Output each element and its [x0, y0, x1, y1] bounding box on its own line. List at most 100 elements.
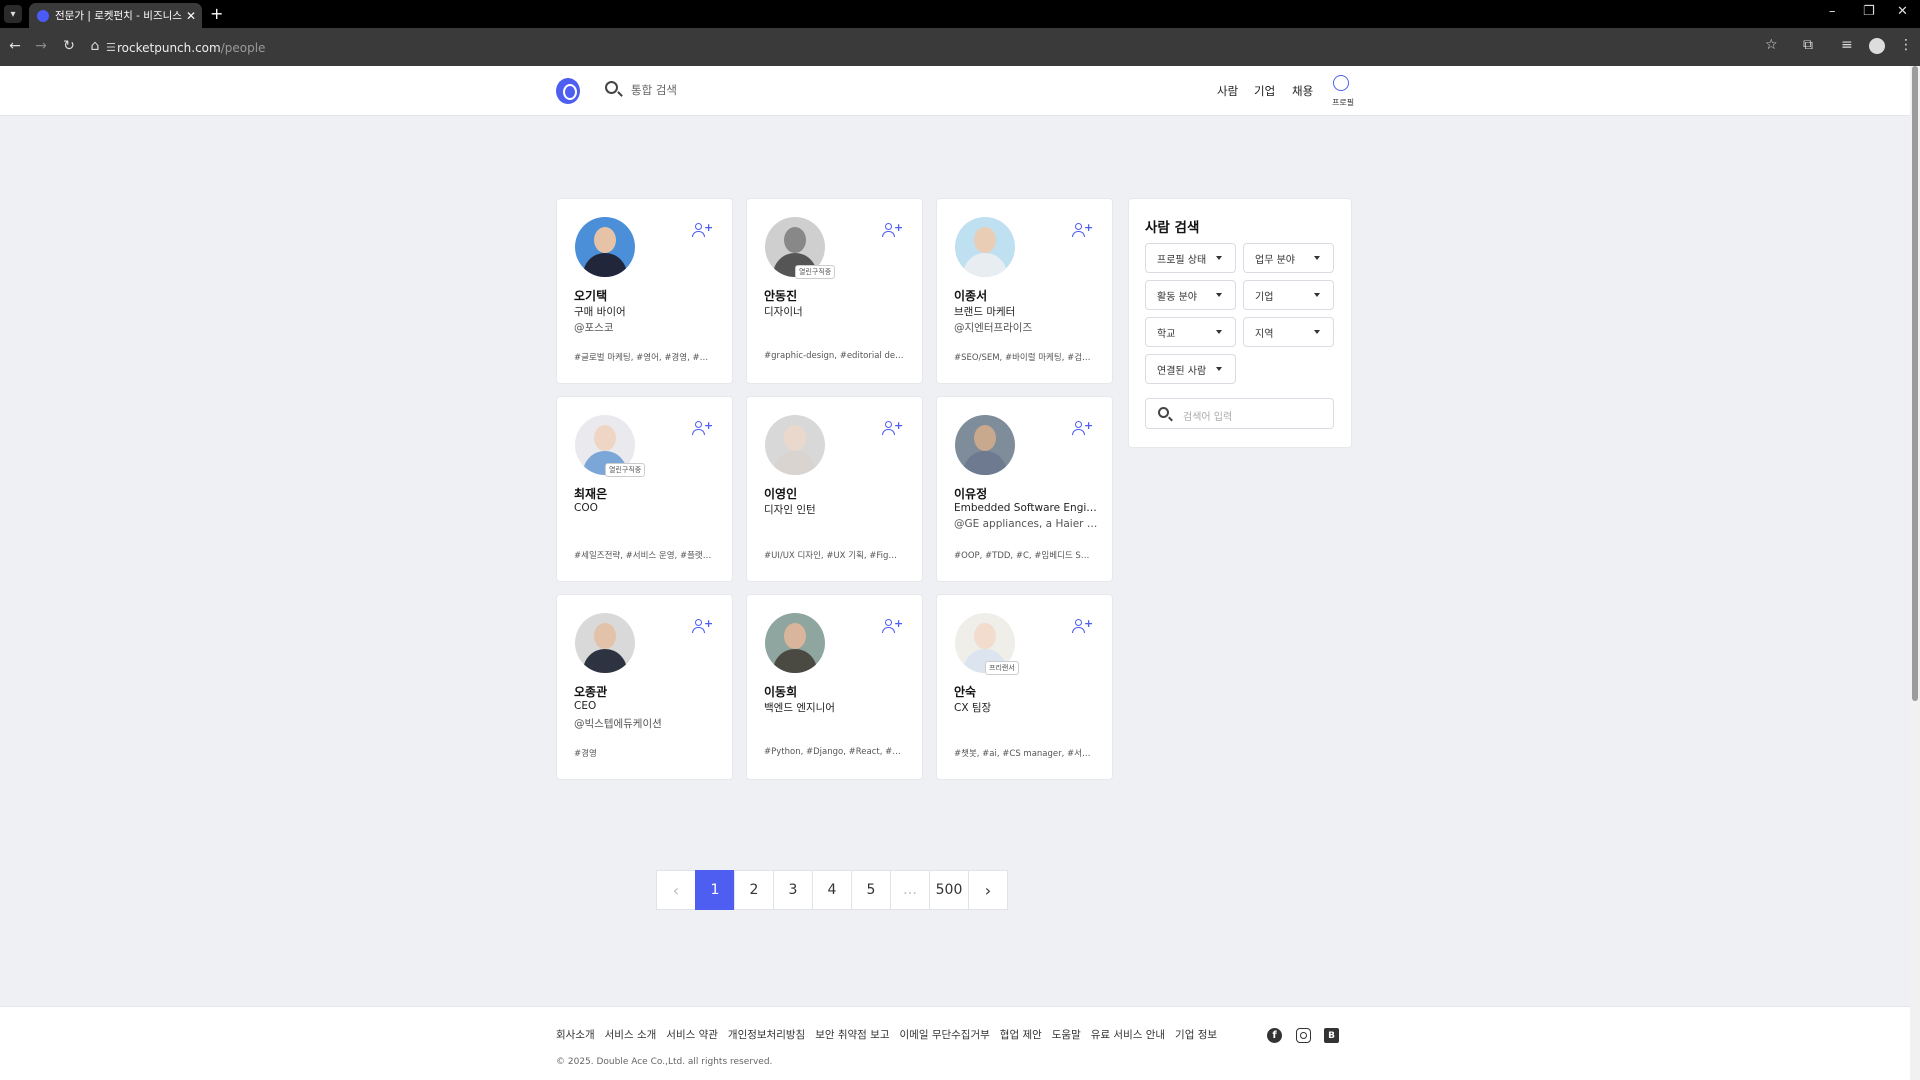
person-tags: #챗봇, #ai, #CS manager, #서비… [954, 749, 1094, 759]
follow-user-icon[interactable]: + [882, 420, 903, 435]
minimize-icon[interactable]: – [1829, 4, 1836, 19]
page-button[interactable]: 3 [773, 870, 813, 910]
url-field[interactable]: ☰ rocketpunch.com/people [106, 35, 1787, 60]
avatar-body [773, 451, 817, 475]
follow-user-icon[interactable]: + [1072, 222, 1093, 237]
filter-company[interactable]: 기업 [1243, 280, 1334, 310]
person-role: 브랜드 마케터 [954, 306, 1016, 318]
site-header: 통합 검색 사람 기업 채용 프로필 [0, 66, 1910, 116]
person-name[interactable]: 오기택 [574, 287, 607, 304]
person-card[interactable]: 열린구직중 + 최재은 COO #세일즈전략, #서비스 운영, #플랫… [556, 396, 733, 582]
filter-connected-people[interactable]: 연결된 사람 [1145, 354, 1236, 384]
profile-icon[interactable] [1333, 75, 1349, 91]
avatar-head [784, 227, 806, 253]
person-tags: #Python, #Django, #React, #Git… [764, 747, 904, 757]
follow-user-icon[interactable]: + [692, 420, 713, 435]
browser-menu-icon[interactable]: ⋮ [1899, 37, 1913, 53]
new-tab-icon[interactable]: + [210, 4, 223, 23]
filter-profile-status[interactable]: 프로필 상태 [1145, 243, 1236, 273]
footer-link[interactable]: 보안 취약점 보고 [815, 1027, 889, 1042]
footer-link[interactable]: 유료 서비스 안내 [1091, 1027, 1165, 1042]
nav-people[interactable]: 사람 [1217, 83, 1238, 99]
footer-link[interactable]: 도움말 [1052, 1027, 1081, 1042]
browser-tab[interactable]: 전문가 | 로켓펀치 - 비즈니스 네 ✕ [29, 3, 202, 28]
person-name[interactable]: 최재은 [574, 485, 607, 502]
avatar[interactable] [765, 415, 825, 475]
footer-link[interactable]: 기업 정보 [1175, 1027, 1217, 1042]
filter-region[interactable]: 지역 [1243, 317, 1334, 347]
close-tab-icon[interactable]: ✕ [186, 9, 196, 23]
blog-icon[interactable]: B [1324, 1028, 1339, 1043]
filter-school[interactable]: 학교 [1145, 317, 1236, 347]
person-name[interactable]: 이동희 [764, 683, 797, 700]
footer-link[interactable]: 협업 제안 [1000, 1027, 1042, 1042]
person-card[interactable]: + 이영인 디자인 인턴 #UI/UX 디자인, #UX 기획, #Figm… [746, 396, 923, 582]
media-icon[interactable]: ≡ [1841, 37, 1853, 53]
footer-link[interactable]: 회사소개 [556, 1027, 595, 1042]
prev-page-button[interactable]: ‹ [656, 870, 696, 910]
person-name[interactable]: 이유정 [954, 485, 987, 502]
person-name[interactable]: 이영인 [764, 485, 797, 502]
people-search-input[interactable]: 검색어 입력 [1145, 398, 1334, 429]
avatar[interactable] [575, 613, 635, 673]
avatar[interactable] [765, 613, 825, 673]
close-window-icon[interactable]: ✕ [1897, 4, 1908, 19]
person-card[interactable]: + 오기택 구매 바이어 @포스코 #글로벌 마케팅, #영어, #경영, #인… [556, 198, 733, 384]
follow-user-icon[interactable]: + [1072, 618, 1093, 633]
person-name[interactable]: 오종관 [574, 683, 607, 700]
favicon-icon [37, 9, 49, 22]
footer-link[interactable]: 서비스 약관 [666, 1027, 718, 1042]
page-button[interactable]: 5 [851, 870, 891, 910]
filter-work-field[interactable]: 업무 분야 [1243, 243, 1334, 273]
avatar[interactable] [955, 415, 1015, 475]
person-card[interactable]: + 오종관 CEO @빅스텝에듀케이션 #경영 [556, 594, 733, 780]
person-card[interactable]: + 이유정 Embedded Software Engi… @GE appliance… [936, 396, 1113, 582]
page-scrollbar[interactable] [1910, 66, 1920, 1080]
person-name[interactable]: 이종서 [954, 287, 987, 304]
bookmark-star-icon[interactable]: ☆ [1765, 37, 1778, 53]
person-name[interactable]: 안동진 [764, 287, 797, 304]
next-page-button[interactable]: › [968, 870, 1008, 910]
filter-activity-field[interactable]: 활동 분야 [1145, 280, 1236, 310]
caret-down-icon [1314, 293, 1320, 297]
restore-icon[interactable]: ❐ [1863, 4, 1875, 19]
footer-link[interactable]: 개인정보처리방침 [728, 1027, 805, 1042]
follow-user-icon[interactable]: + [692, 618, 713, 633]
person-card[interactable]: 열린구직중 + 안동진 디자이너 #graphic-design, #editorial… [746, 198, 923, 384]
scrollbar-thumb[interactable] [1912, 66, 1918, 701]
search-icon[interactable] [605, 81, 618, 94]
footer-link[interactable]: 이메일 무단수집거부 [900, 1027, 990, 1042]
page-button[interactable]: 1 [695, 870, 735, 910]
reload-icon[interactable]: ↻ [60, 38, 78, 54]
page-button[interactable]: 4 [812, 870, 852, 910]
follow-user-icon[interactable]: + [1072, 420, 1093, 435]
profile-label[interactable]: 프로필 [1332, 97, 1354, 108]
nav-companies[interactable]: 기업 [1254, 83, 1275, 99]
nav-jobs[interactable]: 채용 [1292, 83, 1313, 99]
person-card[interactable]: 프리랜서 + 안숙 CX 팀장 #챗봇, #ai, #CS manager, #서비… [936, 594, 1113, 780]
follow-user-icon[interactable]: + [692, 222, 713, 237]
page-button[interactable]: 500 [929, 870, 969, 910]
site-info-icon[interactable]: ☰ [106, 41, 116, 54]
person-card[interactable]: + 이종서 브랜드 마케터 @지엔터프라이즈 #SEO/SEM, #바이럴 마케팅, #… [936, 198, 1113, 384]
home-icon[interactable]: ⌂ [86, 38, 104, 54]
extensions-icon[interactable]: ⧉ [1803, 37, 1813, 53]
follow-user-icon[interactable]: + [882, 222, 903, 237]
person-card[interactable]: + 이동희 백엔드 엔지니어 #Python, #Django, #React, #G… [746, 594, 923, 780]
tab-list-icon[interactable]: ▾ [4, 5, 22, 23]
person-name[interactable]: 안숙 [954, 683, 976, 700]
instagram-icon[interactable] [1296, 1028, 1311, 1043]
global-search-input[interactable]: 통합 검색 [631, 82, 677, 98]
page-button[interactable]: 2 [734, 870, 774, 910]
avatar[interactable] [955, 217, 1015, 277]
rocketpunch-logo[interactable] [556, 78, 580, 104]
avatar-body [583, 253, 627, 277]
filter-label: 기업 [1255, 291, 1274, 303]
back-icon[interactable]: ← [6, 38, 24, 54]
follow-user-icon[interactable]: + [882, 618, 903, 633]
avatar[interactable] [575, 217, 635, 277]
facebook-icon[interactable]: f [1267, 1028, 1282, 1043]
browser-profile-avatar[interactable] [1869, 38, 1885, 54]
forward-icon[interactable]: → [32, 38, 50, 54]
footer-link[interactable]: 서비스 소개 [605, 1027, 657, 1042]
